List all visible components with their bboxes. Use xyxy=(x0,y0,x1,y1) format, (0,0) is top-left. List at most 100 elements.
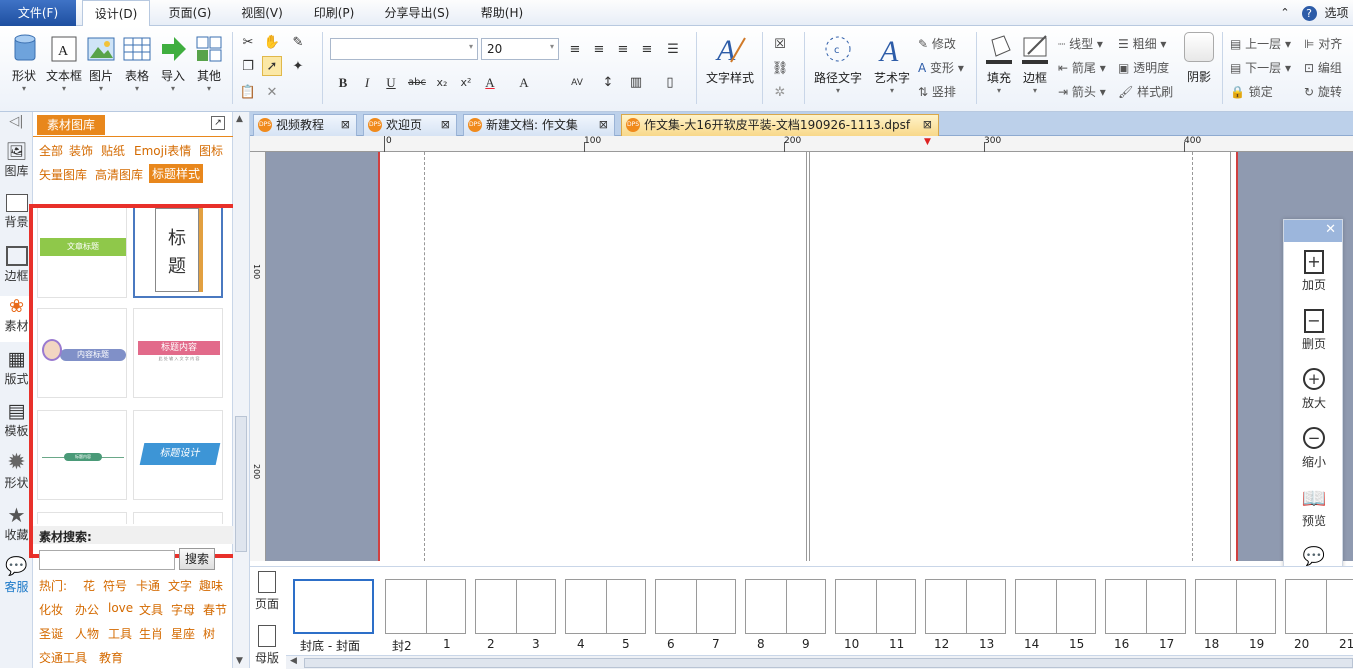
page-thumb[interactable] xyxy=(385,579,466,634)
scroll-up-icon[interactable]: ▲ xyxy=(236,114,243,124)
hot-tag[interactable]: 教育 xyxy=(99,649,123,666)
align-center-icon[interactable]: ≡ xyxy=(589,39,609,59)
page-thumb[interactable] xyxy=(475,579,556,634)
hot-tag[interactable]: 人物 xyxy=(75,625,99,642)
cut-icon[interactable]: ✂ xyxy=(238,32,258,52)
hot-tag[interactable]: 交通工具 xyxy=(39,649,87,666)
other-button[interactable]: 其他 ▾ xyxy=(192,32,226,93)
hot-tag[interactable]: 字母 xyxy=(171,601,195,618)
hot-tag[interactable]: 办公 xyxy=(75,601,99,618)
shadow-button[interactable]: 阴影 xyxy=(1182,32,1216,85)
doc-tab-new-document[interactable]: DPS 新建文档: 作文集 ⊠ xyxy=(463,114,615,136)
modify-button[interactable]: ✎ 修改 xyxy=(918,35,956,52)
hot-tag[interactable]: 花 xyxy=(83,577,95,594)
table-button[interactable]: 表格 ▾ xyxy=(120,32,154,93)
hot-tag[interactable]: 文具 xyxy=(139,601,163,618)
doc-tab-video-tutorial[interactable]: DPS 视频教程 ⊠ xyxy=(253,114,357,136)
panel-expand-icon[interactable]: ↗ xyxy=(211,116,225,130)
hot-tag[interactable]: 趣味 xyxy=(199,577,223,594)
font-size-select[interactable]: 20 ▾ xyxy=(481,38,559,60)
search-input[interactable] xyxy=(39,550,175,570)
scroll-left-icon[interactable]: ◀ xyxy=(290,656,297,666)
scroll-thumb[interactable] xyxy=(304,658,1353,668)
category-emoji[interactable]: Emoji表情 xyxy=(134,142,191,159)
page-thumb[interactable] xyxy=(1195,579,1276,634)
group-button[interactable]: ⊡ 编组 xyxy=(1304,59,1342,76)
menu-options[interactable]: 选项 xyxy=(1320,0,1353,26)
collapse-panel-icon[interactable]: ◁| xyxy=(0,114,33,129)
hot-tag[interactable]: 工具 xyxy=(108,625,132,642)
panel-scrollbar[interactable]: ▲ ▼ xyxy=(233,112,250,668)
textbox-button[interactable]: A 文本框 ▾ xyxy=(44,32,84,93)
link-icon[interactable]: ⛓ xyxy=(770,58,790,78)
category-decoration[interactable]: 装饰 xyxy=(69,142,93,159)
delete-icon[interactable]: ✕ xyxy=(262,82,282,102)
scroll-thumb[interactable] xyxy=(235,416,247,552)
page-thumb[interactable] xyxy=(745,579,826,634)
send-down-button[interactable]: ▤ 下一层 ▾ xyxy=(1230,59,1291,76)
bold-button[interactable]: B xyxy=(333,72,353,92)
delete-page-button[interactable]: − 删页 xyxy=(1284,309,1344,352)
category-vector[interactable]: 矢量图库 xyxy=(39,166,87,183)
align-button[interactable]: ⊫ 对齐 xyxy=(1304,35,1342,52)
hot-tag[interactable]: 文字 xyxy=(168,577,192,594)
menu-print[interactable]: 印刷(P) xyxy=(302,0,366,26)
line-type-button[interactable]: ┈ 线型 ▾ xyxy=(1058,35,1103,52)
close-icon[interactable]: ⊠ xyxy=(599,115,608,135)
style-brush-button[interactable]: 🖌 样式刷 xyxy=(1118,83,1173,100)
rotate-button[interactable]: ↻ 旋转 xyxy=(1304,83,1342,100)
copy-icon[interactable]: ❐ xyxy=(238,56,258,76)
hot-tag[interactable]: 星座 xyxy=(171,625,195,642)
preview-button[interactable]: 📖 预览 xyxy=(1284,486,1344,529)
hot-tag[interactable]: 树 xyxy=(203,625,215,642)
picture-button[interactable]: 图片 ▾ xyxy=(86,32,116,93)
doc-tab-active-document[interactable]: DPS 作文集-大16开软皮平装-文档190926-1113.dpsf ⊠ xyxy=(621,114,939,136)
strip-service[interactable]: 💬 客服 xyxy=(0,556,33,595)
zoom-out-button[interactable]: − 缩小 xyxy=(1284,427,1344,470)
page-thumb[interactable] xyxy=(655,579,736,634)
strikethrough-button[interactable]: abc xyxy=(405,72,429,92)
border-button[interactable]: 边框 ▾ xyxy=(1018,32,1052,95)
italic-button[interactable]: I xyxy=(357,72,377,92)
vertical-text-button[interactable]: ⇅ 竖排 xyxy=(918,83,956,100)
text-style-button[interactable]: A 文字样式 xyxy=(704,32,756,86)
scroll-down-icon[interactable]: ▼ xyxy=(236,656,243,666)
page-spread[interactable] xyxy=(378,152,1238,561)
menu-page[interactable]: 页面(G) xyxy=(158,0,222,26)
paste-icon[interactable]: 📋 xyxy=(238,82,258,102)
import-button[interactable]: 导入 ▾ xyxy=(156,32,190,93)
font-color-button[interactable]: A xyxy=(480,72,500,92)
align-right-icon[interactable]: ≡ xyxy=(613,39,633,59)
art-text-button[interactable]: A 艺术字 ▾ xyxy=(870,32,914,95)
close-icon[interactable]: ⊠ xyxy=(341,115,350,135)
text-flow-icon[interactable]: ☒ xyxy=(770,34,790,54)
zoom-in-button[interactable]: + 放大 xyxy=(1284,368,1344,411)
menu-design[interactable]: 设计(D) xyxy=(82,0,150,27)
help-icon[interactable]: ? xyxy=(1300,0,1318,26)
close-icon[interactable]: ⊠ xyxy=(923,115,932,135)
category-sticker[interactable]: 贴纸 xyxy=(101,142,125,159)
fill-button[interactable]: 填充 ▾ xyxy=(982,32,1016,95)
text-direction-icon[interactable]: ▯ xyxy=(660,72,680,92)
category-hd[interactable]: 高清图库 xyxy=(95,166,143,183)
page-strip-scrollbar[interactable]: ◀ xyxy=(286,655,1353,669)
unlink-icon[interactable]: ✲ xyxy=(770,82,790,102)
lock-button[interactable]: 🔒 锁定 xyxy=(1230,83,1273,100)
strip-library[interactable]: 🖼 图库 xyxy=(0,142,33,179)
superscript-button[interactable]: x² xyxy=(456,72,476,92)
page-thumb[interactable] xyxy=(1015,579,1096,634)
category-title-style[interactable]: 标题样式 xyxy=(149,164,204,183)
path-text-button[interactable]: c 路径文字 ▾ xyxy=(810,32,866,95)
collapse-ribbon-icon[interactable]: ⌃ xyxy=(1278,0,1292,26)
select-pointer-icon[interactable]: ➚ xyxy=(262,56,282,76)
align-left-icon[interactable]: ≡ xyxy=(565,39,585,59)
image-edit-icon[interactable]: ✎ xyxy=(288,32,308,52)
category-icon[interactable]: 图标 xyxy=(199,142,223,159)
line-weight-button[interactable]: ☰ 粗细 ▾ xyxy=(1118,35,1166,52)
canvas-area[interactable]: 0 100 200 300 400 ▼ 100 200 xyxy=(250,136,1353,561)
menu-view[interactable]: 视图(V) xyxy=(230,0,294,26)
page-thumb[interactable] xyxy=(565,579,646,634)
hot-tag[interactable]: love xyxy=(108,601,133,615)
menu-file[interactable]: 文件(F) xyxy=(0,0,76,26)
magic-wand-icon[interactable]: ✦ xyxy=(288,56,308,76)
